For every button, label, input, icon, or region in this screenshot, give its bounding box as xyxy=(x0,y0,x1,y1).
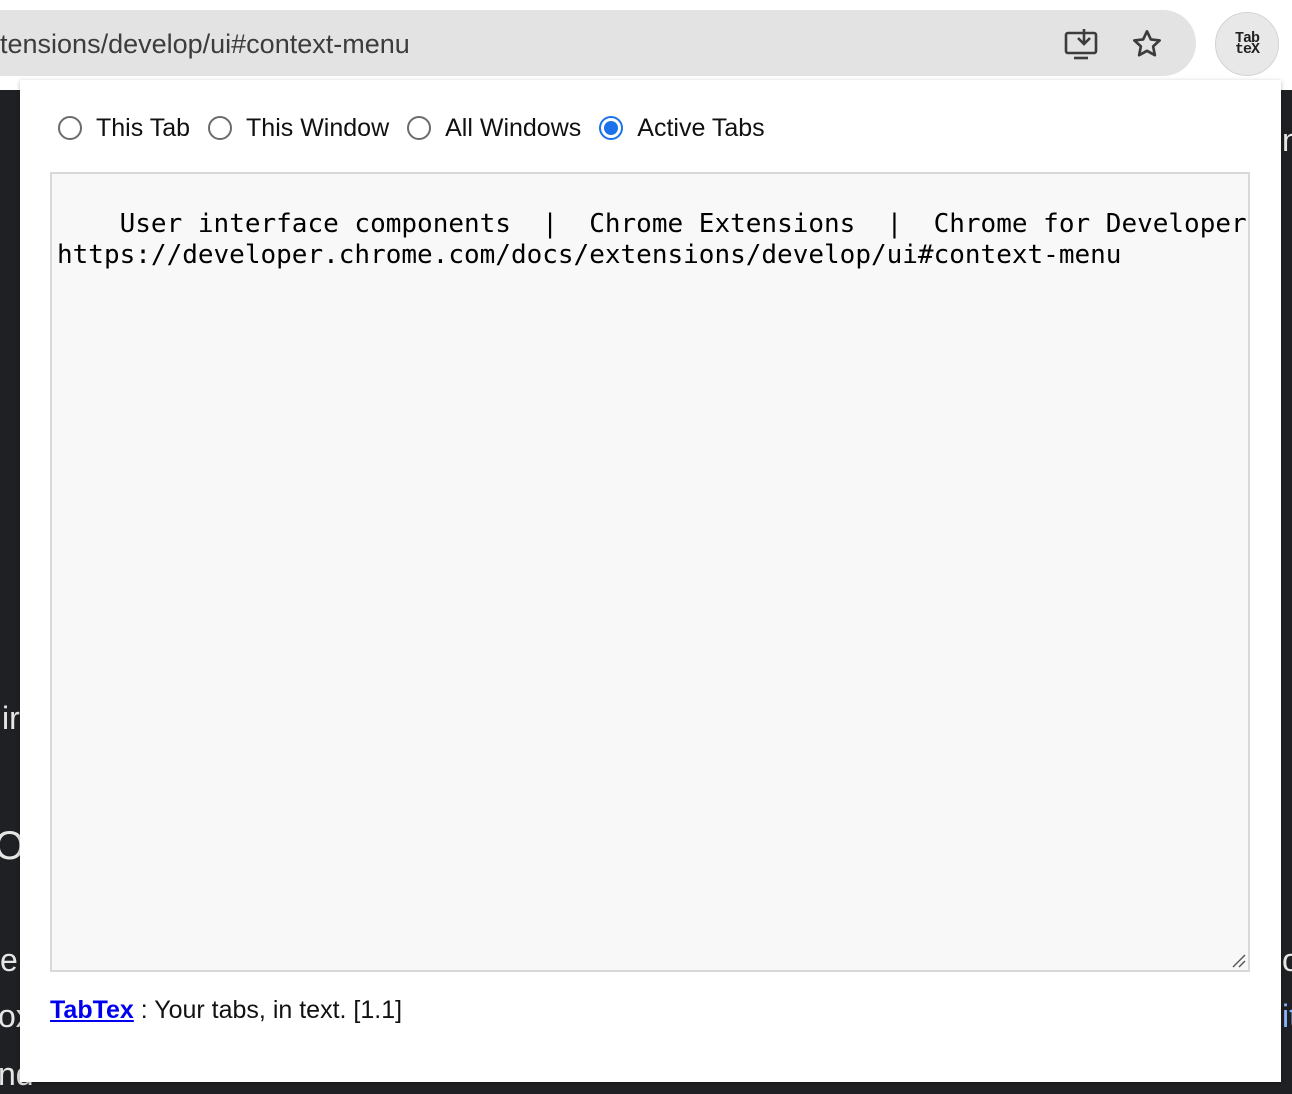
radio-active-tabs[interactable]: Active Tabs xyxy=(599,114,765,143)
radio-this-window-control[interactable] xyxy=(208,116,233,140)
background-text-fragment: or xyxy=(1282,942,1292,978)
radio-active-tabs-label[interactable]: Active Tabs xyxy=(637,114,764,143)
star-icon[interactable] xyxy=(1130,27,1164,61)
popup-footer: TabTex : Your tabs, in text. [1.1] xyxy=(50,996,402,1025)
background-text-fragment: e xyxy=(0,942,18,978)
tabtex-extension-button[interactable]: Tab teX xyxy=(1215,12,1279,76)
radio-this-tab-label[interactable]: This Tab xyxy=(96,114,190,143)
scope-radio-group: This Tab This Window All Windows Active … xyxy=(58,108,783,148)
radio-all-windows[interactable]: All Windows xyxy=(407,114,581,143)
address-bar[interactable]: tensions/develop/ui#context-menu xyxy=(0,10,1196,76)
install-app-icon[interactable] xyxy=(1064,27,1098,61)
tabs-output-text[interactable]: User interface components | Chrome Exten… xyxy=(57,209,1248,270)
tabtex-logo-icon: Tab teX xyxy=(1234,30,1260,58)
radio-all-windows-label[interactable]: All Windows xyxy=(445,114,581,143)
background-text-fragment: ir xyxy=(2,700,20,736)
resize-grip-icon[interactable] xyxy=(1230,952,1246,968)
background-text-fragment: it xyxy=(1282,998,1292,1034)
radio-active-tabs-control[interactable] xyxy=(599,116,624,140)
browser-toolbar: tensions/develop/ui#context-menu Tab teX xyxy=(0,0,1292,90)
radio-this-tab-control[interactable] xyxy=(58,116,82,140)
radio-this-window[interactable]: This Window xyxy=(208,114,389,143)
background-text-fragment: n xyxy=(1282,122,1292,158)
address-bar-url[interactable]: tensions/develop/ui#context-menu xyxy=(0,10,410,76)
tabtex-link[interactable]: TabTex xyxy=(50,996,134,1024)
radio-all-windows-control[interactable] xyxy=(407,116,432,140)
radio-this-window-label[interactable]: This Window xyxy=(246,114,389,143)
tabs-output-textarea[interactable]: User interface components | Chrome Exten… xyxy=(50,172,1250,972)
footer-tagline: : Your tabs, in text. [1.1] xyxy=(133,996,403,1024)
radio-this-tab[interactable]: This Tab xyxy=(58,114,190,143)
tabtex-popup: This Tab This Window All Windows Active … xyxy=(20,80,1281,1082)
